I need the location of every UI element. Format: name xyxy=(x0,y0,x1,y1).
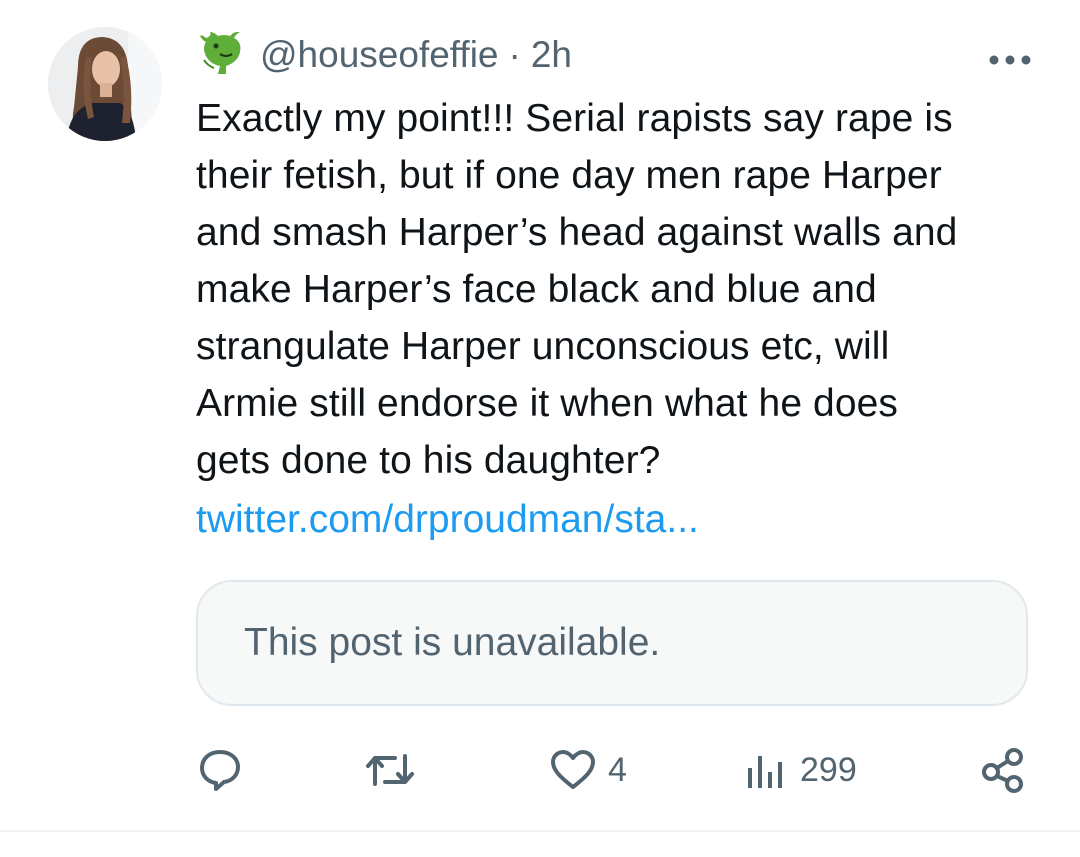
quote-unavailable-text: This post is unavailable. xyxy=(244,621,661,664)
reply-button[interactable] xyxy=(198,740,242,800)
retweet-button[interactable] xyxy=(365,740,415,800)
share-nodes-icon xyxy=(982,748,1023,793)
avatar-image xyxy=(48,27,162,141)
dragon-face-icon xyxy=(196,30,248,81)
action-bar: 4 299 xyxy=(0,740,1080,800)
tweet-link[interactable]: twitter.com/drproudman/sta... xyxy=(196,491,699,548)
views-bar-icon xyxy=(748,756,782,788)
tweet-text: Exactly my point!!! Serial rapists say r… xyxy=(196,97,958,482)
separator-dot: · xyxy=(508,34,521,75)
views-count: 299 xyxy=(800,750,857,789)
avatar[interactable] xyxy=(48,27,162,141)
more-options-button[interactable] xyxy=(980,40,1040,80)
share-button[interactable] xyxy=(980,740,1026,800)
tweet-header: @houseofeffie · 2h xyxy=(196,30,572,80)
user-handle[interactable]: @houseofeffie xyxy=(260,34,499,76)
retweet-icon xyxy=(366,754,414,786)
like-count: 4 xyxy=(608,750,627,789)
views-button[interactable]: 299 xyxy=(744,740,857,800)
timestamp[interactable]: 2h xyxy=(531,34,572,76)
reply-bubble-icon xyxy=(200,750,240,791)
tweet: @houseofeffie · 2h Exactly my point!!! S… xyxy=(0,0,1080,857)
like-button[interactable]: 4 xyxy=(550,740,627,800)
divider xyxy=(0,830,1080,832)
more-dots-icon xyxy=(989,55,1031,65)
handle-row: @houseofeffie · 2h xyxy=(260,34,572,76)
heart-icon xyxy=(551,750,595,789)
quoted-post-unavailable[interactable]: This post is unavailable. xyxy=(196,580,1028,706)
